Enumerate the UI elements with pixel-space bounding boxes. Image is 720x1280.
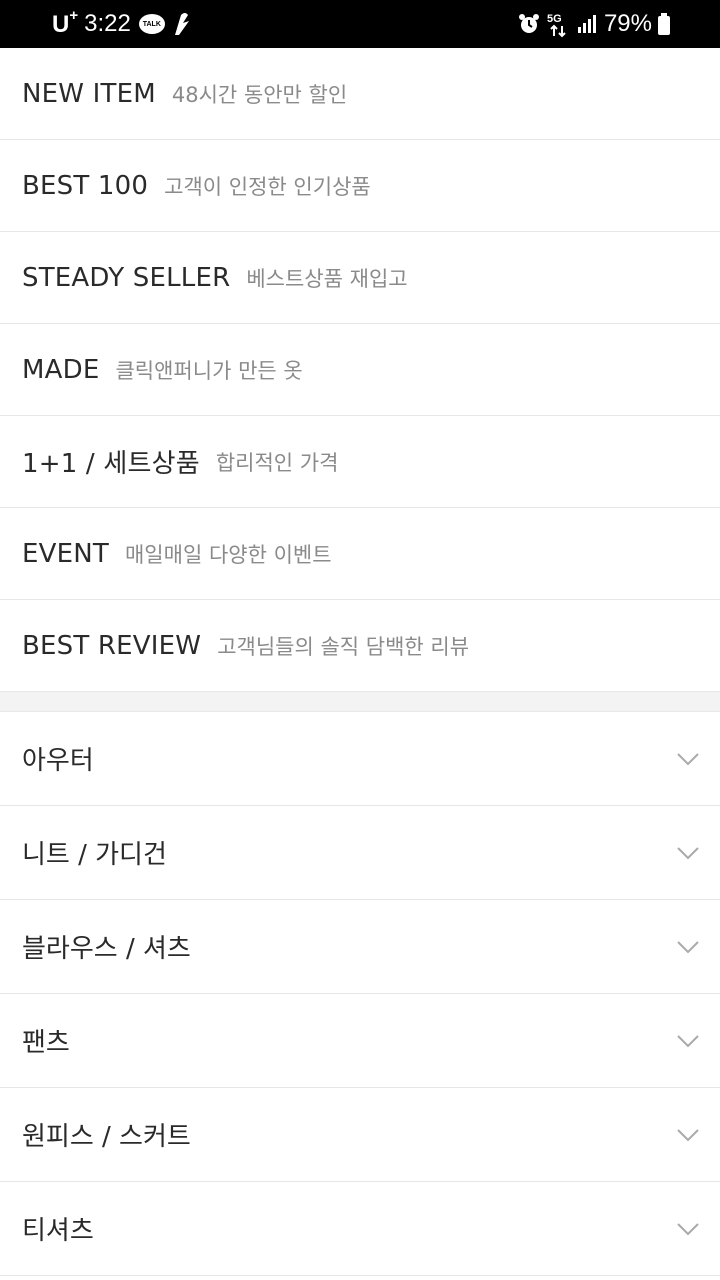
kakaotalk-icon: TALK <box>138 14 165 34</box>
menu-item-subtitle: 48시간 동안만 할인 <box>171 82 348 107</box>
category-label: 팬츠 <box>22 1028 70 1058</box>
menu-item-event[interactable]: EVENT 매일매일 다양한 이벤트 <box>0 508 720 600</box>
menu-item-title: EVENT <box>22 538 109 569</box>
menu-item-subtitle: 매일매일 다양한 이벤트 <box>124 542 332 567</box>
category-label: 티셔츠 <box>22 1216 94 1246</box>
chevron-down-icon[interactable] <box>676 1128 700 1142</box>
featured-menu: NEW ITEM 48시간 동안만 할인 BEST 100 고객이 인정한 인기… <box>0 48 720 692</box>
menu-item-title: NEW ITEM <box>22 78 156 109</box>
section-divider <box>0 692 720 712</box>
battery-percent: 79% <box>603 10 652 37</box>
chevron-down-icon[interactable] <box>676 846 700 860</box>
category-item-blouse[interactable]: 블라우스 / 셔츠 <box>0 900 720 994</box>
menu-item-new-item[interactable]: NEW ITEM 48시간 동안만 할인 <box>0 48 720 140</box>
category-item-dress[interactable]: 원피스 / 스커트 <box>0 1088 720 1182</box>
category-item-outer[interactable]: 아우터 <box>0 712 720 806</box>
carrier-label: U+ <box>52 6 79 38</box>
chevron-down-icon[interactable] <box>676 940 700 954</box>
clock: 3:22 <box>84 10 131 37</box>
menu-item-subtitle: 베스트상품 재입고 <box>246 266 408 291</box>
menu-item-subtitle: 고객님들의 솔직 담백한 리뷰 <box>217 634 470 659</box>
category-item-pants[interactable]: 팬츠 <box>0 994 720 1088</box>
menu-item-made[interactable]: MADE 클릭앤퍼니가 만든 옷 <box>0 324 720 416</box>
status-bar: U+ 3:22 TALK 5G 79% <box>0 0 720 48</box>
menu-item-best-review[interactable]: BEST REVIEW 고객님들의 솔직 담백한 리뷰 <box>0 600 720 692</box>
chevron-down-icon[interactable] <box>676 1222 700 1236</box>
chevron-down-icon[interactable] <box>676 1034 700 1048</box>
menu-item-subtitle: 클릭앤퍼니가 만든 옷 <box>115 358 303 383</box>
alarm-icon <box>518 13 540 35</box>
category-label: 블라우스 / 셔츠 <box>22 934 191 964</box>
menu-item-steady-seller[interactable]: STEADY SELLER 베스트상품 재입고 <box>0 232 720 324</box>
chevron-down-icon[interactable] <box>676 752 700 766</box>
category-menu: 아우터 니트 / 가디건 블라우스 / 셔츠 팬츠 원피스 / 스커트 티셔츠 <box>0 712 720 1276</box>
svg-text:5G: 5G <box>547 13 562 25</box>
menu-item-subtitle: 고객이 인정한 인기상품 <box>164 174 371 199</box>
app-notification-icon <box>171 11 193 37</box>
network-5g-icon: 5G <box>546 10 572 38</box>
menu-item-title: BEST REVIEW <box>22 630 202 661</box>
menu-item-best-100[interactable]: BEST 100 고객이 인정한 인기상품 <box>0 140 720 232</box>
category-item-knit[interactable]: 니트 / 가디건 <box>0 806 720 900</box>
menu-item-title: 1+1 / 세트상품 <box>22 449 200 479</box>
signal-icon <box>577 13 598 35</box>
category-label: 원피스 / 스커트 <box>22 1122 191 1152</box>
menu-item-title: STEADY SELLER <box>22 262 231 293</box>
menu-item-title: BEST 100 <box>22 170 149 201</box>
category-label: 아우터 <box>22 746 94 776</box>
category-item-tshirt[interactable]: 티셔츠 <box>0 1182 720 1276</box>
menu-item-title: MADE <box>22 354 100 385</box>
menu-item-set-products[interactable]: 1+1 / 세트상품 합리적인 가격 <box>0 416 720 508</box>
menu-item-subtitle: 합리적인 가격 <box>215 450 339 475</box>
category-label: 니트 / 가디건 <box>22 840 167 870</box>
battery-icon <box>658 13 670 35</box>
